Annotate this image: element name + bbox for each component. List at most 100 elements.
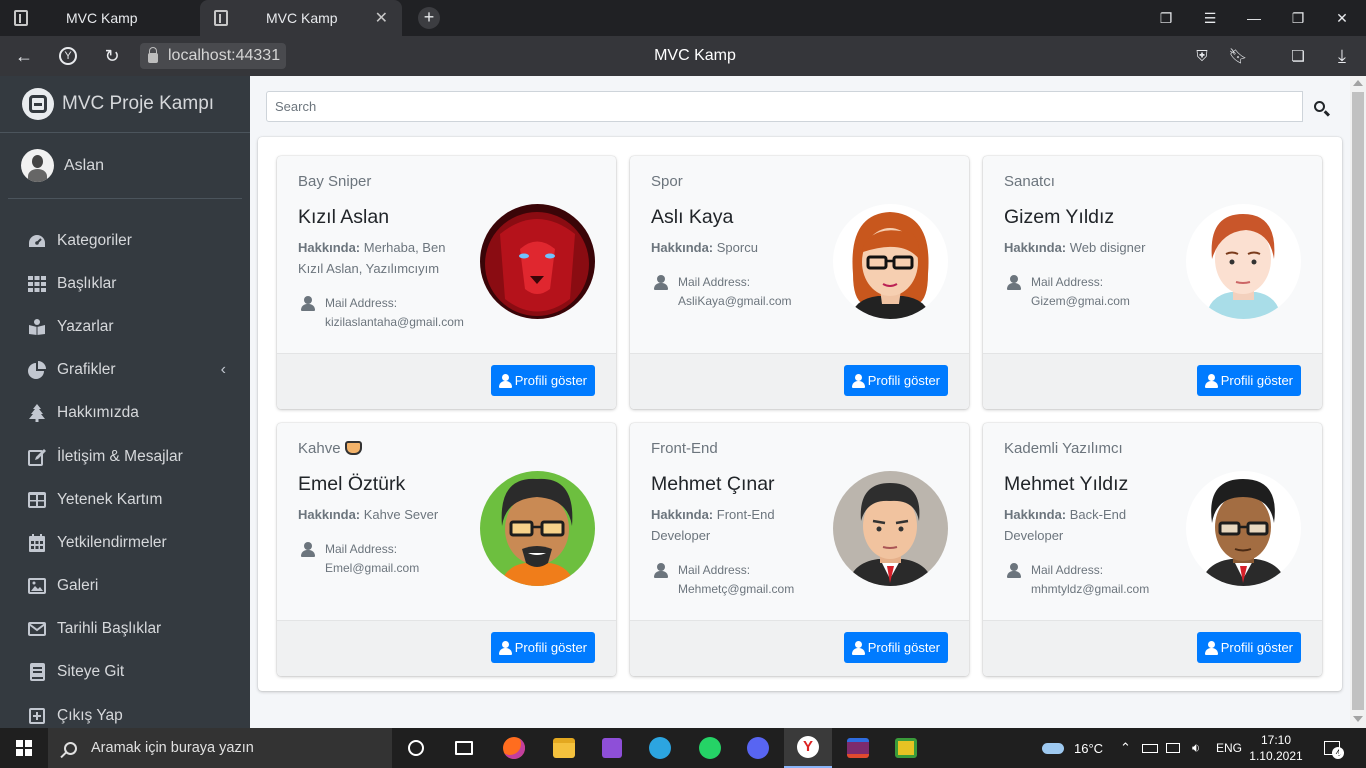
download-icon[interactable]: ⤓ [1322, 36, 1362, 76]
writer-name: Emel Öztürk [298, 473, 406, 495]
user-panel[interactable]: Aslan [8, 133, 242, 199]
whatsapp-icon[interactable] [686, 728, 734, 768]
user-icon [498, 640, 512, 655]
yandex-browser-icon[interactable]: Y [784, 728, 832, 768]
mail-label: Mail Address: [325, 542, 398, 556]
telegram-icon[interactable] [636, 728, 684, 768]
sidebar-menu: Kategoriler Başlıklar Yazarlar Grafikler… [0, 219, 250, 737]
restore-icon[interactable]: ❐ [1276, 0, 1320, 36]
discord-icon[interactable] [734, 728, 782, 768]
url-field[interactable]: localhost:44331 [140, 43, 286, 69]
file-explorer-icon[interactable] [540, 728, 588, 768]
sidebar-item-yetkilendirmeler[interactable]: Yetkilendirmeler [0, 521, 250, 564]
search-button[interactable] [1303, 91, 1336, 122]
sidebar-item-galeri[interactable]: Galeri [0, 565, 250, 608]
browser-tab-active[interactable]: MVC Kamp ✕ [200, 0, 402, 36]
user-avatar [21, 149, 54, 182]
grid-icon [28, 275, 46, 293]
writer-card: Bay Sniper Kızıl Aslan Hakkında: Merhaba… [277, 156, 616, 409]
about-label: Hakkında: [651, 507, 714, 522]
writer-card: Front-End Mehmet Çınar Hakkında: Front-E… [630, 423, 969, 676]
back-icon[interactable]: ← [4, 36, 44, 76]
show-profile-button[interactable]: Profili göster [843, 632, 948, 663]
bookmark-icon[interactable]: 🔖︎ [1218, 36, 1258, 76]
sidebar-item-kategoriler[interactable]: Kategoriler [0, 219, 250, 262]
about-label: Hakkında: [1004, 507, 1067, 522]
brand-text: MVC Proje Kampı [62, 93, 215, 114]
brand-link[interactable]: MVC Proje Kampı [0, 76, 250, 133]
sidebar-item-label: Tarihli Başlıklar [57, 620, 162, 638]
about-text: Kahve Sever [363, 507, 439, 522]
mail-value: kizilaslantaha@gmail.com [325, 315, 464, 329]
start-button[interactable] [0, 728, 48, 768]
firefox-icon[interactable] [490, 728, 538, 768]
taskbar-search[interactable]: Aramak için buraya yazın [48, 728, 392, 768]
chevron-left-icon: ‹ [220, 361, 226, 379]
writers-panel: Bay Sniper Kızıl Aslan Hakkında: Merhaba… [258, 137, 1342, 691]
writer-avatar [833, 471, 948, 586]
show-profile-button[interactable]: Profili göster [1196, 365, 1301, 396]
weather-temperature: 16°C [1074, 740, 1104, 756]
card-header: Kademli Yazılımcı [1004, 440, 1123, 457]
collections-icon[interactable]: ❏ [1278, 36, 1318, 76]
user-icon [654, 563, 668, 578]
sidebar: MVC Proje Kampı Aslan Kategoriler Başlık… [0, 76, 250, 728]
language-indicator[interactable]: ENG [1216, 728, 1242, 768]
windows-logo-icon [16, 740, 32, 756]
sidebar-item-yazarlar[interactable]: Yazarlar [0, 305, 250, 348]
cortana-icon[interactable] [392, 728, 440, 768]
sidebar-item-basliklar[interactable]: Başlıklar [0, 262, 250, 305]
button-label: Profili göster [1220, 640, 1293, 655]
sidebar-item-iletisim[interactable]: İletişim & Mesajlar [0, 435, 250, 478]
search-bar [266, 91, 1336, 122]
dashboard-icon [28, 232, 46, 250]
new-tab-button[interactable]: + [418, 7, 440, 29]
sidebar-item-label: Yetkilendirmeler [57, 533, 167, 551]
battery-icon[interactable] [1142, 728, 1158, 768]
about-label: Hakkında: [651, 240, 714, 255]
search-input[interactable] [266, 91, 1303, 122]
sidebar-item-label: Hakkımızda [57, 404, 139, 422]
card-footer: Profili göster [630, 353, 969, 409]
mail-value: Gizem@gmai.com [1031, 294, 1130, 308]
sidebar-item-yetenek-kartim[interactable]: Yetenek Kartım [0, 478, 250, 521]
notification-center-icon[interactable]: 4 [1324, 728, 1344, 768]
minimize-icon[interactable]: — [1232, 0, 1276, 36]
user-icon [1204, 640, 1218, 655]
show-profile-button[interactable]: Profili göster [843, 365, 948, 396]
sidebar-item-grafikler[interactable]: Grafikler ‹ [0, 349, 250, 392]
show-profile-button[interactable]: Profili göster [1196, 632, 1301, 663]
sidebar-item-siteye-git[interactable]: Siteye Git [0, 651, 250, 694]
winrar-icon[interactable] [834, 728, 882, 768]
taskbar-clock[interactable]: 17:10 1.10.2021 [1246, 732, 1306, 764]
mail-value: Emel@gmail.com [325, 561, 420, 575]
tab-label: MVC Kamp [266, 10, 338, 26]
browser-tab[interactable]: MVC Kamp [0, 0, 200, 36]
volume-icon[interactable]: 🔉︎ [1192, 728, 1200, 768]
visual-studio-icon[interactable] [588, 728, 636, 768]
protect-icon[interactable]: ⛨ [1182, 36, 1222, 76]
search-icon [64, 741, 77, 755]
sidebar-item-tarihli-basliklar[interactable]: Tarihli Başlıklar [0, 608, 250, 651]
reload-icon[interactable]: ↻ [92, 36, 132, 76]
yandex-icon[interactable]: Y [48, 36, 88, 76]
show-profile-button[interactable]: Profili göster [490, 632, 595, 663]
app-icon[interactable] [882, 728, 930, 768]
network-icon[interactable] [1166, 728, 1180, 768]
menu-icon[interactable]: ☰ [1188, 0, 1232, 36]
tray-chevron-icon[interactable]: ⌃ [1120, 728, 1131, 768]
writer-avatar [480, 204, 595, 319]
close-tab-icon[interactable]: ✕ [375, 8, 388, 28]
scroll-down-icon[interactable] [1353, 716, 1363, 722]
weather-widget[interactable]: 16°C [1042, 728, 1103, 768]
task-view-icon[interactable] [440, 728, 488, 768]
show-profile-button[interactable]: Profili göster [490, 365, 595, 396]
sidebar-item-hakkimizda[interactable]: Hakkımızda [0, 392, 250, 435]
card-header: Front-End [651, 440, 718, 457]
about-text: Sporcu [716, 240, 758, 255]
close-window-icon[interactable]: ✕ [1320, 0, 1364, 36]
writer-mail: Mail Address: mhmtyldz@gmail.com [1007, 561, 1197, 599]
scrollbar-thumb[interactable] [1352, 92, 1364, 710]
scroll-up-icon[interactable] [1353, 80, 1363, 86]
tabs-icon[interactable]: ❐ [1144, 0, 1188, 36]
